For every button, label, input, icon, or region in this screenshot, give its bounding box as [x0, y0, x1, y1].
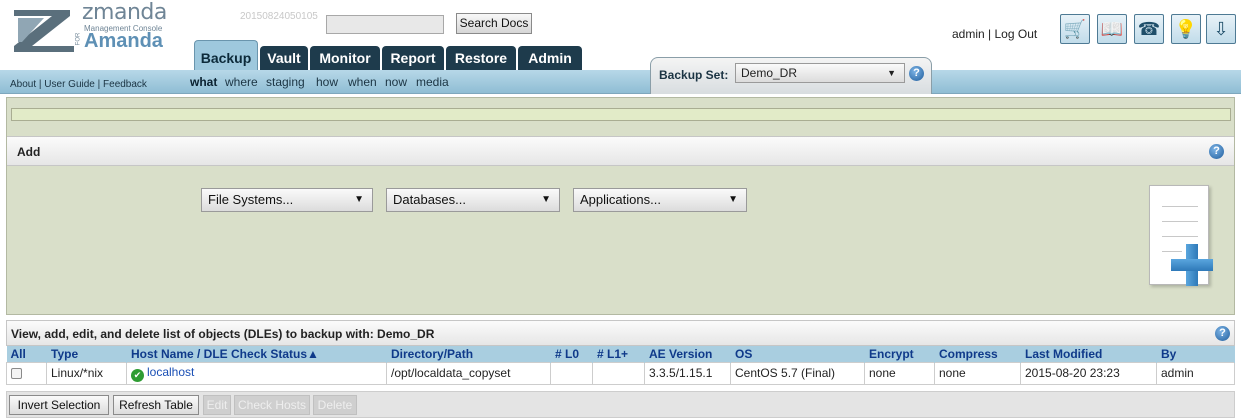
dle-list-header: View, add, edit, and delete list of obje… — [6, 320, 1235, 346]
download-icon[interactable]: ⇩ — [1206, 14, 1236, 44]
status-strip — [11, 108, 1231, 121]
col-ae-version[interactable]: AE Version — [644, 346, 731, 362]
invert-selection-button[interactable]: Invert Selection — [9, 395, 109, 415]
subtab-when[interactable]: when — [348, 75, 377, 89]
chevron-down-icon: ▼ — [728, 194, 738, 205]
host-link[interactable]: localhost — [147, 365, 194, 379]
refresh-table-button[interactable]: Refresh Table — [113, 395, 199, 415]
user-links: admin | Log Out — [952, 27, 1037, 41]
cell-last-modified: 2015-08-20 23:23 — [1020, 361, 1157, 385]
cell-os: CentOS 5.7 (Final) — [730, 361, 865, 385]
zmanda-logo[interactable]: zmanda Management Console FOR Amanda — [12, 0, 192, 52]
check-ok-icon: ✔ — [131, 368, 144, 382]
cart-icon[interactable]: 🛒 — [1060, 14, 1090, 44]
file-systems-select[interactable]: File Systems... ▼ — [201, 188, 373, 212]
dle-table: All Type Host Name / DLE Check Status▲ D… — [6, 346, 1235, 385]
add-help-icon[interactable]: ? — [1209, 144, 1224, 159]
logout-link[interactable]: Log Out — [995, 27, 1038, 41]
zmanda-z-icon — [14, 10, 74, 52]
col-encrypt[interactable]: Encrypt — [864, 346, 935, 362]
phone-icon[interactable]: ☎ — [1134, 14, 1164, 44]
chevron-down-icon: ▼ — [541, 194, 551, 205]
col-by[interactable]: By — [1156, 346, 1235, 362]
row-checkbox[interactable] — [11, 368, 22, 380]
chevron-down-icon: ▼ — [887, 68, 896, 78]
tab-report[interactable]: Report — [382, 46, 444, 70]
backup-set-value: Demo_DR — [741, 66, 798, 80]
main-panel: Add ? File Systems... ▼ Databases... ▼ A… — [6, 97, 1235, 315]
add-document-icon[interactable] — [1149, 185, 1213, 295]
backup-set-help-icon[interactable]: ? — [909, 66, 924, 81]
applications-value: Applications... — [580, 192, 661, 207]
col-last-modified[interactable]: Last Modified — [1020, 346, 1157, 362]
edit-button[interactable]: Edit — [203, 395, 231, 415]
subtab-media[interactable]: media — [416, 75, 449, 89]
databases-value: Databases... — [393, 192, 466, 207]
add-panel-title: Add — [17, 145, 41, 159]
sub-navigation-bar: About | User Guide | Feedback what where… — [0, 70, 1241, 94]
row-select-cell[interactable] — [6, 361, 47, 385]
tab-admin[interactable]: Admin — [518, 46, 582, 70]
subtab-staging[interactable]: staging — [266, 75, 305, 89]
cell-ae-version: 3.3.5/1.15.1 — [644, 361, 731, 385]
logo-for: FOR — [75, 32, 82, 46]
table-header-row: All Type Host Name / DLE Check Status▲ D… — [6, 346, 1235, 362]
col-host-name[interactable]: Host Name / DLE Check Status▲ — [126, 346, 387, 362]
subtab-where[interactable]: where — [225, 75, 258, 89]
subtab-how[interactable]: how — [316, 75, 338, 89]
add-panel-header: Add ? — [7, 136, 1234, 166]
databases-select[interactable]: Databases... ▼ — [386, 188, 560, 212]
cell-l0 — [550, 361, 593, 385]
backup-set-select[interactable]: Demo_DR ▼ — [735, 63, 905, 83]
build-id: 20150824050105 — [240, 11, 318, 22]
col-l0[interactable]: # L0 — [550, 346, 593, 362]
check-hosts-button[interactable]: Check Hosts — [234, 395, 310, 415]
col-compress[interactable]: Compress — [934, 346, 1021, 362]
dle-list-title: View, add, edit, and delete list of obje… — [11, 327, 435, 341]
delete-button[interactable]: Delete — [313, 395, 357, 415]
dle-list-help-icon[interactable]: ? — [1215, 326, 1230, 341]
cell-host[interactable]: ✔ localhost — [126, 361, 387, 385]
search-docs-button[interactable]: Search Docs — [456, 13, 532, 34]
cell-encrypt: none — [864, 361, 935, 385]
logo-product: Amanda — [84, 30, 163, 52]
about-links[interactable]: About | User Guide | Feedback — [10, 79, 147, 90]
book-icon[interactable]: 📖 — [1097, 14, 1127, 44]
username: admin — [952, 27, 985, 41]
tab-vault[interactable]: Vault — [260, 46, 308, 70]
subtab-what[interactable]: what — [190, 75, 217, 89]
subtab-now[interactable]: now — [385, 75, 407, 89]
cell-type: Linux/*nix — [46, 361, 127, 385]
user-separator: | — [988, 27, 992, 41]
tab-restore[interactable]: Restore — [446, 46, 516, 70]
backup-set-tab: Backup Set: Demo_DR ▼ ? — [650, 57, 932, 94]
cell-compress: none — [934, 361, 1021, 385]
col-l1[interactable]: # L1+ — [592, 346, 645, 362]
cell-by: admin — [1156, 361, 1235, 385]
col-os[interactable]: OS — [730, 346, 865, 362]
tab-monitor[interactable]: Monitor — [310, 46, 380, 70]
file-systems-value: File Systems... — [208, 192, 294, 207]
table-row[interactable]: Linux/*nix ✔ localhost /opt/localdata_cop… — [6, 361, 1235, 385]
applications-select[interactable]: Applications... ▼ — [573, 188, 747, 212]
table-actions: Invert Selection Refresh Table Edit Chec… — [6, 391, 1235, 418]
tab-backup[interactable]: Backup — [194, 40, 258, 70]
lightbulb-icon[interactable]: 💡 — [1171, 14, 1201, 44]
search-docs-input[interactable] — [326, 15, 444, 34]
cell-path: /opt/localdata_copyset — [386, 361, 551, 385]
col-all[interactable]: All — [6, 346, 47, 362]
logo-brand: zmanda — [82, 0, 167, 25]
cell-l1 — [592, 361, 645, 385]
backup-set-label: Backup Set: — [659, 68, 729, 82]
header: zmanda Management Console FOR Amanda 201… — [0, 0, 1241, 72]
col-type[interactable]: Type — [46, 346, 127, 362]
chevron-down-icon: ▼ — [354, 194, 364, 205]
col-directory-path[interactable]: Directory/Path — [386, 346, 551, 362]
